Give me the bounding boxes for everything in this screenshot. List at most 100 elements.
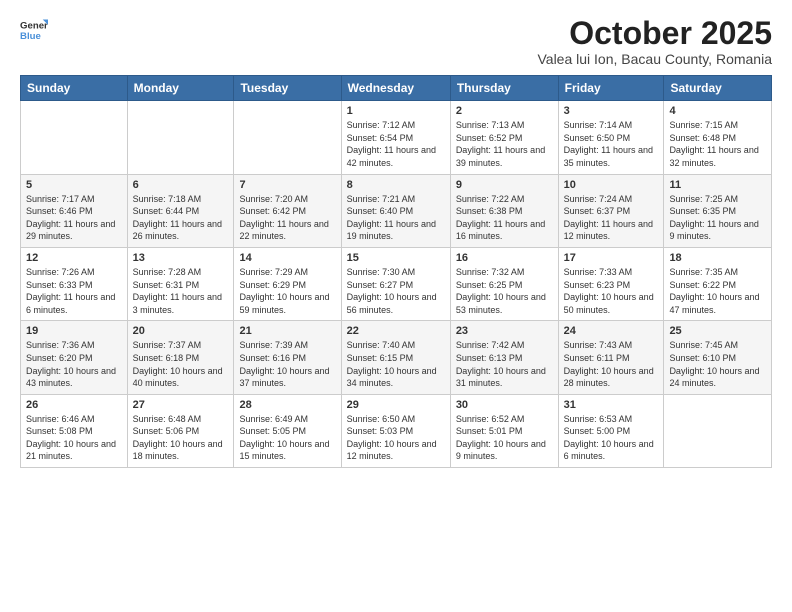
calendar-cell: 11 Sunrise: 7:25 AM Sunset: 6:35 PM Dayli… (664, 174, 772, 247)
day-number: 7 (239, 179, 335, 191)
main-title: October 2025 (537, 16, 772, 51)
day-info: Sunrise: 7:18 AM Sunset: 6:44 PM Dayligh… (133, 193, 229, 243)
calendar-week-row: 26 Sunrise: 6:46 AM Sunset: 5:08 PM Dayli… (21, 394, 772, 467)
calendar-cell: 21 Sunrise: 7:39 AM Sunset: 6:16 PM Dayli… (234, 321, 341, 394)
calendar-cell: 3Sunrise: 7:14 AM Sunset: 6:50 PM Daylig… (558, 101, 664, 174)
day-info: Sunrise: 7:21 AM Sunset: 6:40 PM Dayligh… (347, 193, 445, 243)
calendar-cell (127, 101, 234, 174)
day-info: Sunrise: 7:45 AM Sunset: 6:10 PM Dayligh… (669, 339, 766, 389)
day-number: 9 (456, 179, 553, 191)
day-number: 29 (347, 399, 445, 411)
day-number: 17 (564, 252, 659, 264)
calendar-cell: 10 Sunrise: 7:24 AM Sunset: 6:37 PM Dayli… (558, 174, 664, 247)
calendar-cell: 25 Sunrise: 7:45 AM Sunset: 6:10 PM Dayli… (664, 321, 772, 394)
day-number: 8 (347, 179, 445, 191)
calendar-week-row: 12 Sunrise: 7:26 AM Sunset: 6:33 PM Dayli… (21, 247, 772, 320)
day-info: Sunrise: 7:25 AM Sunset: 6:35 PM Dayligh… (669, 193, 766, 243)
day-number: 5 (26, 179, 122, 191)
calendar-cell: 27Sunrise: 6:48 AM Sunset: 5:06 PM Dayli… (127, 394, 234, 467)
calendar-cell: 13 Sunrise: 7:28 AM Sunset: 6:31 PM Dayli… (127, 247, 234, 320)
day-number: 19 (26, 325, 122, 337)
svg-text:General: General (20, 20, 48, 31)
calendar-cell: 20Sunrise: 7:37 AM Sunset: 6:18 PM Dayli… (127, 321, 234, 394)
calendar-cell: 30 Sunrise: 6:52 AM Sunset: 5:01 PM Dayli… (450, 394, 558, 467)
calendar-cell (21, 101, 128, 174)
calendar-week-row: 19 Sunrise: 7:36 AM Sunset: 6:20 PM Dayli… (21, 321, 772, 394)
day-info: Sunrise: 7:20 AM Sunset: 6:42 PM Dayligh… (239, 193, 335, 243)
day-number: 18 (669, 252, 766, 264)
day-info: Sunrise: 7:29 AM Sunset: 6:29 PM Dayligh… (239, 266, 335, 316)
calendar-day-header: Thursday (450, 76, 558, 101)
calendar-cell: 15Sunrise: 7:30 AM Sunset: 6:27 PM Dayli… (341, 247, 450, 320)
calendar-cell: 4Sunrise: 7:15 AM Sunset: 6:48 PM Daylig… (664, 101, 772, 174)
day-info: Sunrise: 6:46 AM Sunset: 5:08 PM Dayligh… (26, 413, 122, 463)
day-number: 14 (239, 252, 335, 264)
day-info: Sunrise: 7:32 AM Sunset: 6:25 PM Dayligh… (456, 266, 553, 316)
day-number: 6 (133, 179, 229, 191)
calendar-cell: 19 Sunrise: 7:36 AM Sunset: 6:20 PM Dayli… (21, 321, 128, 394)
day-info: Sunrise: 7:40 AM Sunset: 6:15 PM Dayligh… (347, 339, 445, 389)
day-number: 25 (669, 325, 766, 337)
day-number: 30 (456, 399, 553, 411)
day-info: Sunrise: 7:26 AM Sunset: 6:33 PM Dayligh… (26, 266, 122, 316)
day-info: Sunrise: 7:43 AM Sunset: 6:11 PM Dayligh… (564, 339, 659, 389)
calendar-cell: 23 Sunrise: 7:42 AM Sunset: 6:13 PM Dayli… (450, 321, 558, 394)
day-info: Sunrise: 7:36 AM Sunset: 6:20 PM Dayligh… (26, 339, 122, 389)
day-info: Sunrise: 6:53 AM Sunset: 5:00 PM Dayligh… (564, 413, 659, 463)
day-info: Sunrise: 7:35 AM Sunset: 6:22 PM Dayligh… (669, 266, 766, 316)
logo-icon: General Blue (20, 16, 48, 44)
calendar-cell: 29Sunrise: 6:50 AM Sunset: 5:03 PM Dayli… (341, 394, 450, 467)
calendar-cell: 17 Sunrise: 7:33 AM Sunset: 6:23 PM Dayli… (558, 247, 664, 320)
day-number: 21 (239, 325, 335, 337)
calendar-day-header: Friday (558, 76, 664, 101)
calendar-cell: 6 Sunrise: 7:18 AM Sunset: 6:44 PM Daylig… (127, 174, 234, 247)
day-info: Sunrise: 6:52 AM Sunset: 5:01 PM Dayligh… (456, 413, 553, 463)
title-block: October 2025 Valea lui Ion, Bacau County… (537, 16, 772, 67)
day-info: Sunrise: 7:24 AM Sunset: 6:37 PM Dayligh… (564, 193, 659, 243)
day-number: 24 (564, 325, 659, 337)
day-number: 12 (26, 252, 122, 264)
day-info: Sunrise: 6:49 AM Sunset: 5:05 PM Dayligh… (239, 413, 335, 463)
svg-text:Blue: Blue (20, 31, 41, 42)
calendar-cell: 26 Sunrise: 6:46 AM Sunset: 5:08 PM Dayli… (21, 394, 128, 467)
calendar-cell: 22 Sunrise: 7:40 AM Sunset: 6:15 PM Dayli… (341, 321, 450, 394)
calendar-day-header: Tuesday (234, 76, 341, 101)
day-number: 28 (239, 399, 335, 411)
day-info: Sunrise: 7:33 AM Sunset: 6:23 PM Dayligh… (564, 266, 659, 316)
calendar-week-row: 5 Sunrise: 7:17 AM Sunset: 6:46 PM Daylig… (21, 174, 772, 247)
calendar-day-header: Sunday (21, 76, 128, 101)
header: General Blue October 2025 Valea lui Ion,… (20, 16, 772, 67)
day-number: 31 (564, 399, 659, 411)
page: General Blue October 2025 Valea lui Ion,… (0, 0, 792, 612)
day-number: 4 (669, 105, 766, 117)
calendar-cell: 18 Sunrise: 7:35 AM Sunset: 6:22 PM Dayli… (664, 247, 772, 320)
logo: General Blue (20, 16, 48, 44)
calendar-cell: 31 Sunrise: 6:53 AM Sunset: 5:00 PM Dayli… (558, 394, 664, 467)
calendar-cell: 12 Sunrise: 7:26 AM Sunset: 6:33 PM Dayli… (21, 247, 128, 320)
calendar-cell: 1Sunrise: 7:12 AM Sunset: 6:54 PM Daylig… (341, 101, 450, 174)
day-number: 23 (456, 325, 553, 337)
day-number: 26 (26, 399, 122, 411)
day-info: Sunrise: 7:28 AM Sunset: 6:31 PM Dayligh… (133, 266, 229, 316)
calendar-cell: 2Sunrise: 7:13 AM Sunset: 6:52 PM Daylig… (450, 101, 558, 174)
calendar-cell: 5 Sunrise: 7:17 AM Sunset: 6:46 PM Daylig… (21, 174, 128, 247)
day-number: 11 (669, 179, 766, 191)
day-info: Sunrise: 7:17 AM Sunset: 6:46 PM Dayligh… (26, 193, 122, 243)
calendar-cell: 14 Sunrise: 7:29 AM Sunset: 6:29 PM Dayli… (234, 247, 341, 320)
calendar-cell: 9 Sunrise: 7:22 AM Sunset: 6:38 PM Daylig… (450, 174, 558, 247)
day-info: Sunrise: 7:39 AM Sunset: 6:16 PM Dayligh… (239, 339, 335, 389)
day-number: 1 (347, 105, 445, 117)
calendar-cell: 24 Sunrise: 7:43 AM Sunset: 6:11 PM Dayli… (558, 321, 664, 394)
calendar-cell (234, 101, 341, 174)
day-number: 15 (347, 252, 445, 264)
day-number: 10 (564, 179, 659, 191)
day-number: 13 (133, 252, 229, 264)
calendar-cell: 8 Sunrise: 7:21 AM Sunset: 6:40 PM Daylig… (341, 174, 450, 247)
subtitle: Valea lui Ion, Bacau County, Romania (537, 51, 772, 67)
day-info: Sunrise: 7:13 AM Sunset: 6:52 PM Dayligh… (456, 119, 553, 169)
day-number: 22 (347, 325, 445, 337)
calendar-table: SundayMondayTuesdayWednesdayThursdayFrid… (20, 75, 772, 468)
calendar-cell: 28 Sunrise: 6:49 AM Sunset: 5:05 PM Dayli… (234, 394, 341, 467)
day-info: Sunrise: 7:42 AM Sunset: 6:13 PM Dayligh… (456, 339, 553, 389)
day-info: Sunrise: 7:22 AM Sunset: 6:38 PM Dayligh… (456, 193, 553, 243)
